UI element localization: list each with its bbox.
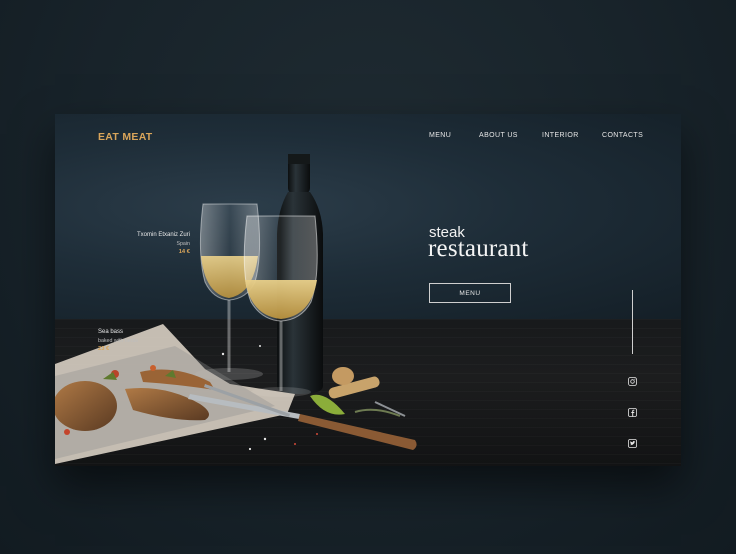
instagram-icon[interactable] xyxy=(628,373,637,386)
nav-item-menu[interactable]: MENU xyxy=(429,132,451,139)
dish-card-fish: Sea bass baked with herbs 23 € xyxy=(98,328,138,354)
nav-item-contacts[interactable]: CONTACTS xyxy=(602,132,643,139)
twitter-icon[interactable] xyxy=(628,435,637,448)
nav-item-interior[interactable]: INTERIOR xyxy=(542,132,579,139)
fish-tray xyxy=(55,324,295,464)
dish-price: 14 € xyxy=(178,249,190,255)
brand-logo[interactable]: EAT MEAT xyxy=(98,131,153,143)
dish-subtitle: baked with herbs xyxy=(98,337,139,344)
dish-name: Sea bass xyxy=(98,329,124,335)
food-wine-photo xyxy=(55,154,417,464)
dish-price: 23 € xyxy=(98,346,110,352)
nav-item-about-us[interactable]: ABOUT US xyxy=(479,132,518,139)
facebook-icon[interactable] xyxy=(628,404,637,417)
divider-line xyxy=(632,290,633,354)
menu-button[interactable]: MENU xyxy=(429,283,511,303)
dish-card-wine: Txomin Etxaniz Zuri Spain 14 € xyxy=(115,231,190,257)
website-hero-frame: EAT MEAT MENU ABOUT US INTERIOR CONTACTS… xyxy=(55,114,681,466)
hero-title: restaurant xyxy=(428,235,529,262)
dish-subtitle: Spain xyxy=(176,240,190,247)
dish-name: Txomin Etxaniz Zuri xyxy=(136,232,190,238)
